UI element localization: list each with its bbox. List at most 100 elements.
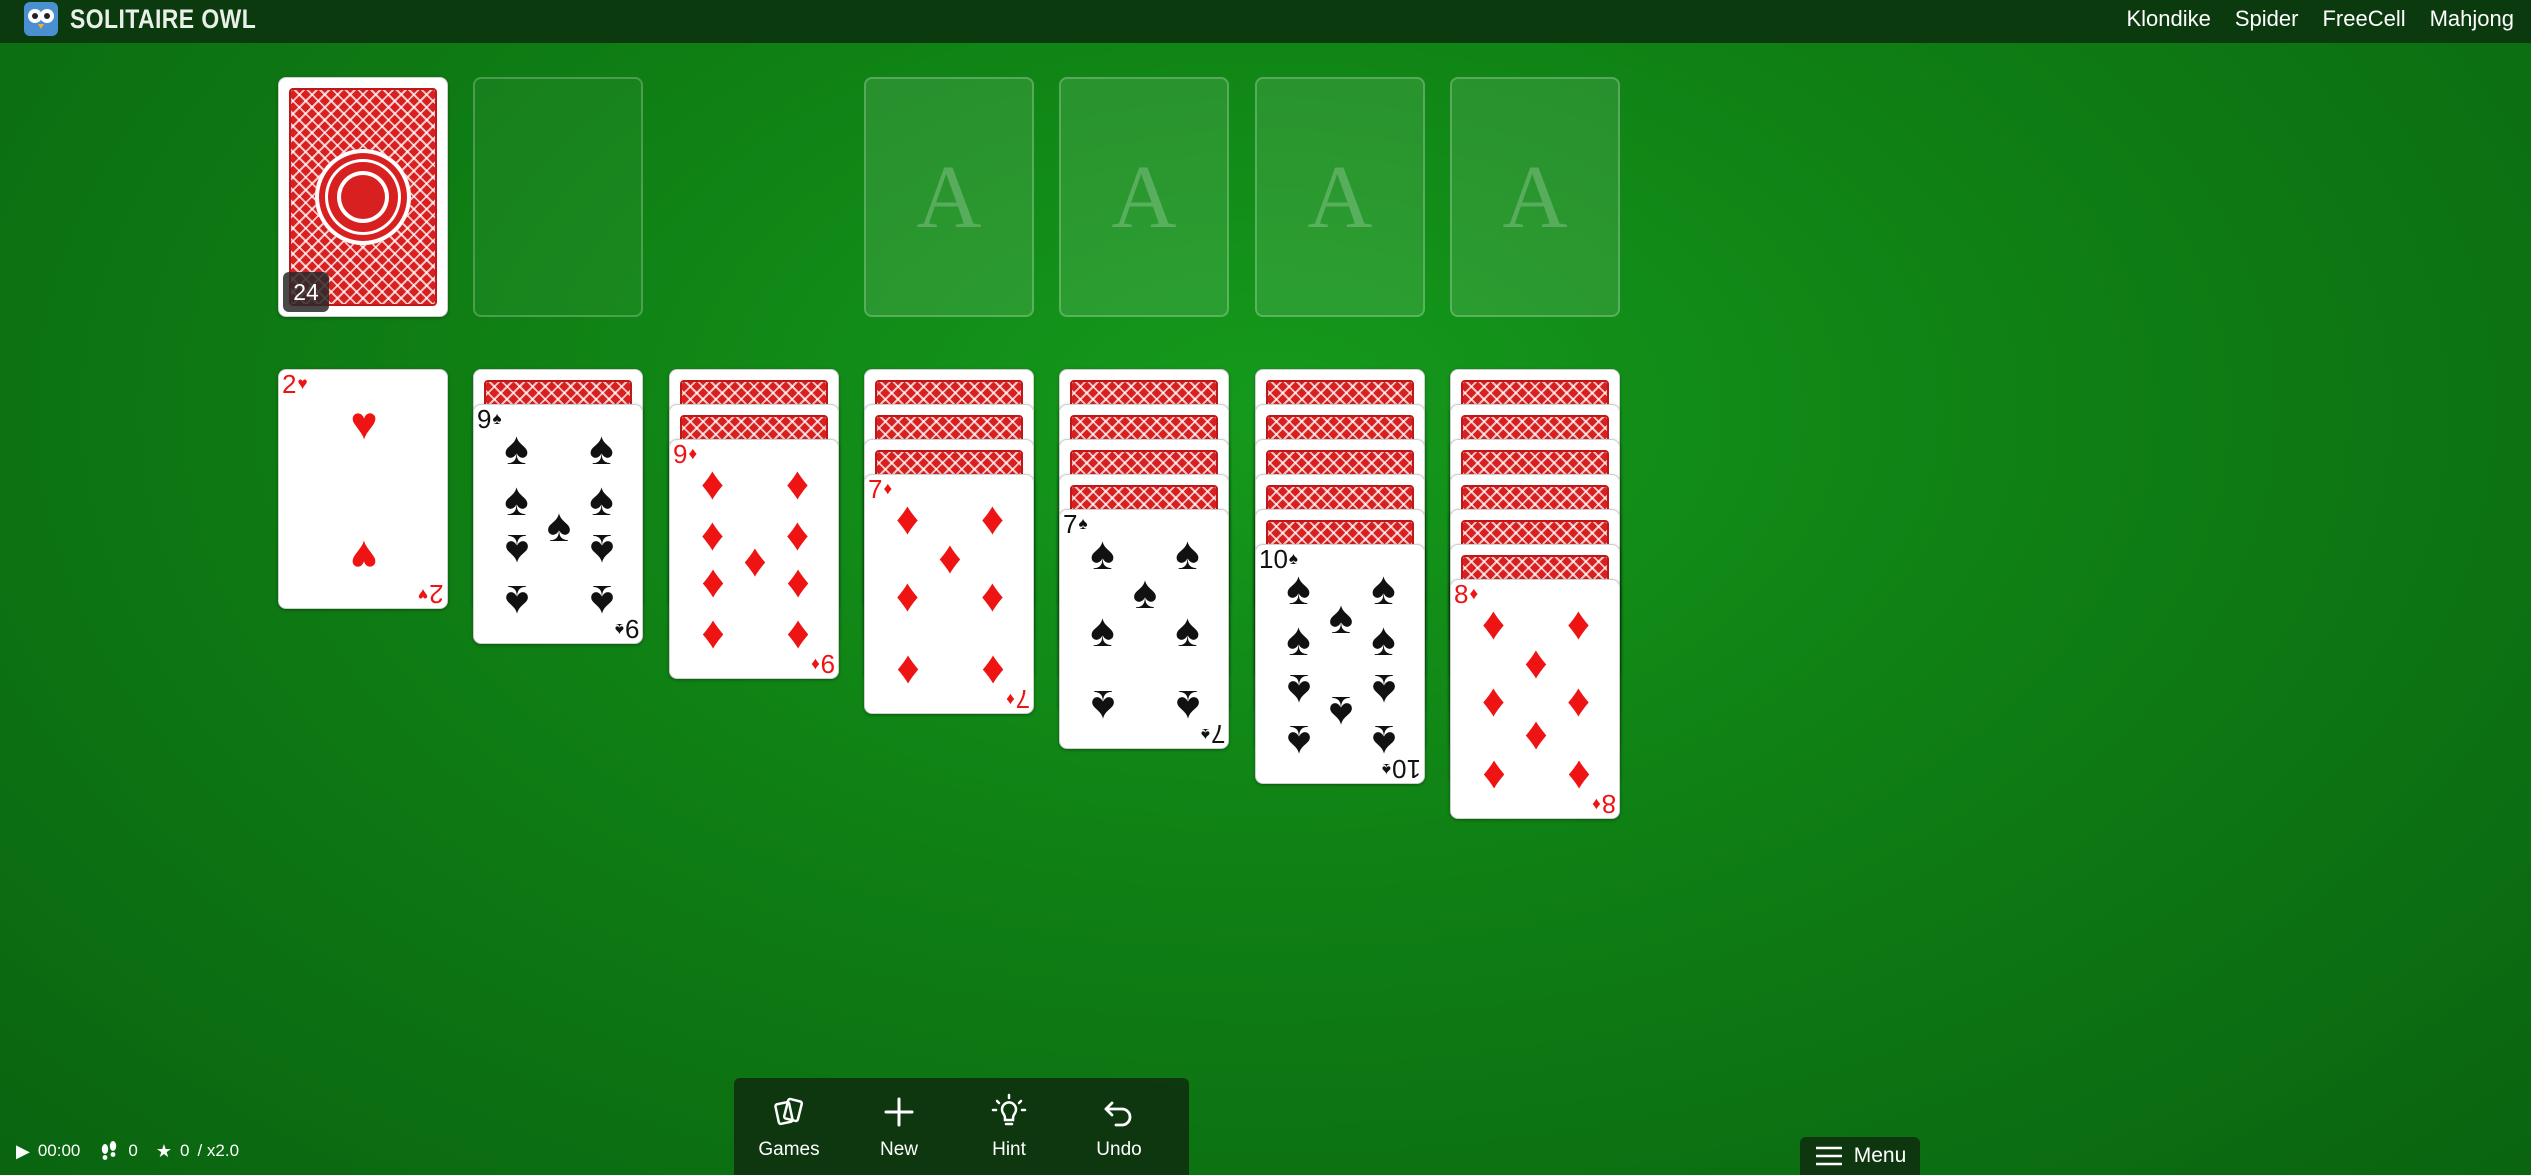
card-pip: ♥ xyxy=(350,396,378,449)
card-pip: ♦ xyxy=(980,645,1005,698)
card-pip: ♦ xyxy=(785,560,810,613)
foundation-placeholder: A xyxy=(1502,147,1568,247)
play-icon[interactable]: ▶ xyxy=(16,1141,30,1162)
moves-count: 0 xyxy=(128,1141,138,1160)
card-pip: ♦ xyxy=(785,457,810,510)
nav-spider[interactable]: Spider xyxy=(2235,6,2299,32)
card-pip: ♦ xyxy=(743,534,767,586)
card-pip: ♠ xyxy=(1286,715,1311,768)
card-pip: ♠ xyxy=(1175,527,1200,580)
card-pip: ♦ xyxy=(1481,597,1506,650)
card-pip: ♠ xyxy=(1286,562,1311,615)
nav-mahjong[interactable]: Mahjong xyxy=(2430,6,2514,32)
nav-klondike[interactable]: Klondike xyxy=(2126,6,2210,32)
hint-label: Hint xyxy=(992,1138,1026,1160)
foundation-4[interactable]: A xyxy=(1450,77,1620,317)
tableau-card-2-hearts[interactable]: 2 ♥ 2 ♥ ♥ ♥ xyxy=(278,369,448,609)
card-pip: ♠ xyxy=(1090,527,1115,580)
hamburger-icon xyxy=(1815,1146,1842,1166)
nav-freecell[interactable]: FreeCell xyxy=(2322,6,2405,32)
card-pip: ♠ xyxy=(504,525,529,578)
card-pip: ♠ xyxy=(1371,562,1396,615)
games-label: Games xyxy=(758,1138,820,1160)
waste-pile[interactable] xyxy=(473,77,643,317)
lightbulb-icon xyxy=(991,1093,1027,1125)
card-pip: ♠ xyxy=(1090,604,1115,656)
cards-icon xyxy=(774,1097,804,1125)
owl-logo-icon xyxy=(24,2,58,36)
card-pip: ♠ xyxy=(589,422,614,475)
games-button[interactable]: Games xyxy=(734,1078,844,1175)
card-pip: ♦ xyxy=(1524,635,1548,688)
card-corner-index: 2 ♥ xyxy=(282,369,308,399)
card-pip: ♦ xyxy=(1566,750,1591,803)
card-pip: ♦ xyxy=(895,569,920,621)
logo[interactable]: SOLITAIRE OWL xyxy=(22,0,289,38)
foundation-3[interactable]: A xyxy=(1255,77,1425,317)
game-stats: ▶ 00:00 0 ★ 0 / x2.0 xyxy=(16,1137,257,1165)
card-pip: ♦ xyxy=(700,457,725,510)
top-bar: SOLITAIRE OWL Klondike Spider FreeCell M… xyxy=(0,0,2531,43)
score: 0 xyxy=(180,1141,190,1160)
card-pip: ♠ xyxy=(1328,591,1354,643)
undo-button[interactable]: Undo xyxy=(1064,1078,1174,1175)
card-pip: ♦ xyxy=(980,569,1005,621)
card-pip: ♦ xyxy=(1524,712,1548,765)
card-corner-index: 2 ♥ xyxy=(418,579,444,609)
star-icon: ★ xyxy=(155,1140,172,1161)
tableau-card-10-spades[interactable]: 10 ♠ 10 ♠ ♠ ♠ ♠ ♠ ♠ ♠ ♠ ♠ ♠ ♠ xyxy=(1255,544,1425,784)
score-multiplier: / x2.0 xyxy=(197,1141,240,1160)
tableau-card-7-diamonds[interactable]: 7 ♦ 7 ♦ ♦ ♦ ♦ ♦ ♦ ♦ ♦ xyxy=(864,474,1034,714)
new-game-button[interactable]: New xyxy=(844,1078,954,1175)
card-pip: ♠ xyxy=(1371,715,1396,768)
undo-icon xyxy=(1104,1101,1132,1126)
foundation-placeholder: A xyxy=(916,147,982,247)
bottom-toolbar: Games New Hint Undo xyxy=(734,1078,1189,1175)
card-pip: ♦ xyxy=(1481,674,1506,726)
card-pip: ♠ xyxy=(1328,687,1354,739)
card-pip: ♠ xyxy=(546,499,572,551)
card-pip: ♦ xyxy=(895,492,920,545)
tableau-card-8-diamonds[interactable]: 8 ♦ 8 ♦ ♦ ♦ ♦ ♦ ♦ ♦ ♦ ♦ xyxy=(1450,579,1620,819)
hint-button[interactable]: Hint xyxy=(954,1078,1064,1175)
card-pip: ♥ xyxy=(350,531,378,584)
foundation-placeholder: A xyxy=(1111,147,1177,247)
card-pip: ♠ xyxy=(1371,665,1396,718)
tableau-card-7-spades[interactable]: 7 ♠ 7 ♠ ♠ ♠ ♠ ♠ ♠ ♠ ♠ xyxy=(1059,509,1229,749)
card-pip: ♠ xyxy=(589,575,614,628)
card-pip: ♦ xyxy=(980,492,1005,545)
brand-name: SOLITAIRE OWL xyxy=(70,3,257,34)
card-pip: ♦ xyxy=(700,507,725,560)
card-pip: ♠ xyxy=(504,422,529,475)
card-pip: ♠ xyxy=(1175,680,1200,733)
menu-label: Menu xyxy=(1853,1144,1907,1167)
menu-button[interactable]: Menu xyxy=(1800,1137,1920,1175)
card-pip: ♠ xyxy=(1286,665,1311,718)
card-pip: ♦ xyxy=(785,507,810,560)
undo-label: Undo xyxy=(1096,1138,1142,1160)
tableau-card-9-spades[interactable]: 9 ♠ 9 ♠ ♠ ♠ ♠ ♠ ♠ ♠ ♠ ♠ ♠ xyxy=(473,404,643,644)
new-label: New xyxy=(879,1138,918,1160)
card-pip: ♠ xyxy=(589,472,614,525)
card-pip: ♦ xyxy=(785,610,810,663)
card-pip: ♦ xyxy=(895,645,920,698)
game-nav: Klondike Spider FreeCell Mahjong xyxy=(2126,0,2531,38)
card-pip: ♦ xyxy=(700,560,725,613)
card-pip: ♠ xyxy=(504,472,529,525)
timer: 00:00 xyxy=(37,1141,81,1160)
foundation-1[interactable]: A xyxy=(864,77,1034,317)
foundation-2[interactable]: A xyxy=(1059,77,1229,317)
card-pip: ♠ xyxy=(1371,612,1396,665)
foundation-placeholder: A xyxy=(1307,147,1373,247)
card-pip: ♠ xyxy=(504,575,529,628)
tableau-card-9-diamonds[interactable]: 9 ♦ 9 ♦ ♦ ♦ ♦ ♦ ♦ ♦ ♦ ♦ ♦ xyxy=(669,439,839,679)
stock-pile[interactable]: 24 xyxy=(278,77,448,317)
moves-footsteps-icon xyxy=(102,1141,117,1160)
card-pip: ♠ xyxy=(1090,680,1115,733)
card-pip: ♦ xyxy=(1481,750,1506,803)
stock-count-badge: 24 xyxy=(283,272,329,312)
card-pip: ♦ xyxy=(1566,674,1591,726)
card-pip: ♦ xyxy=(938,530,962,583)
card-pip: ♠ xyxy=(1132,565,1158,618)
card-pip: ♦ xyxy=(700,610,725,663)
